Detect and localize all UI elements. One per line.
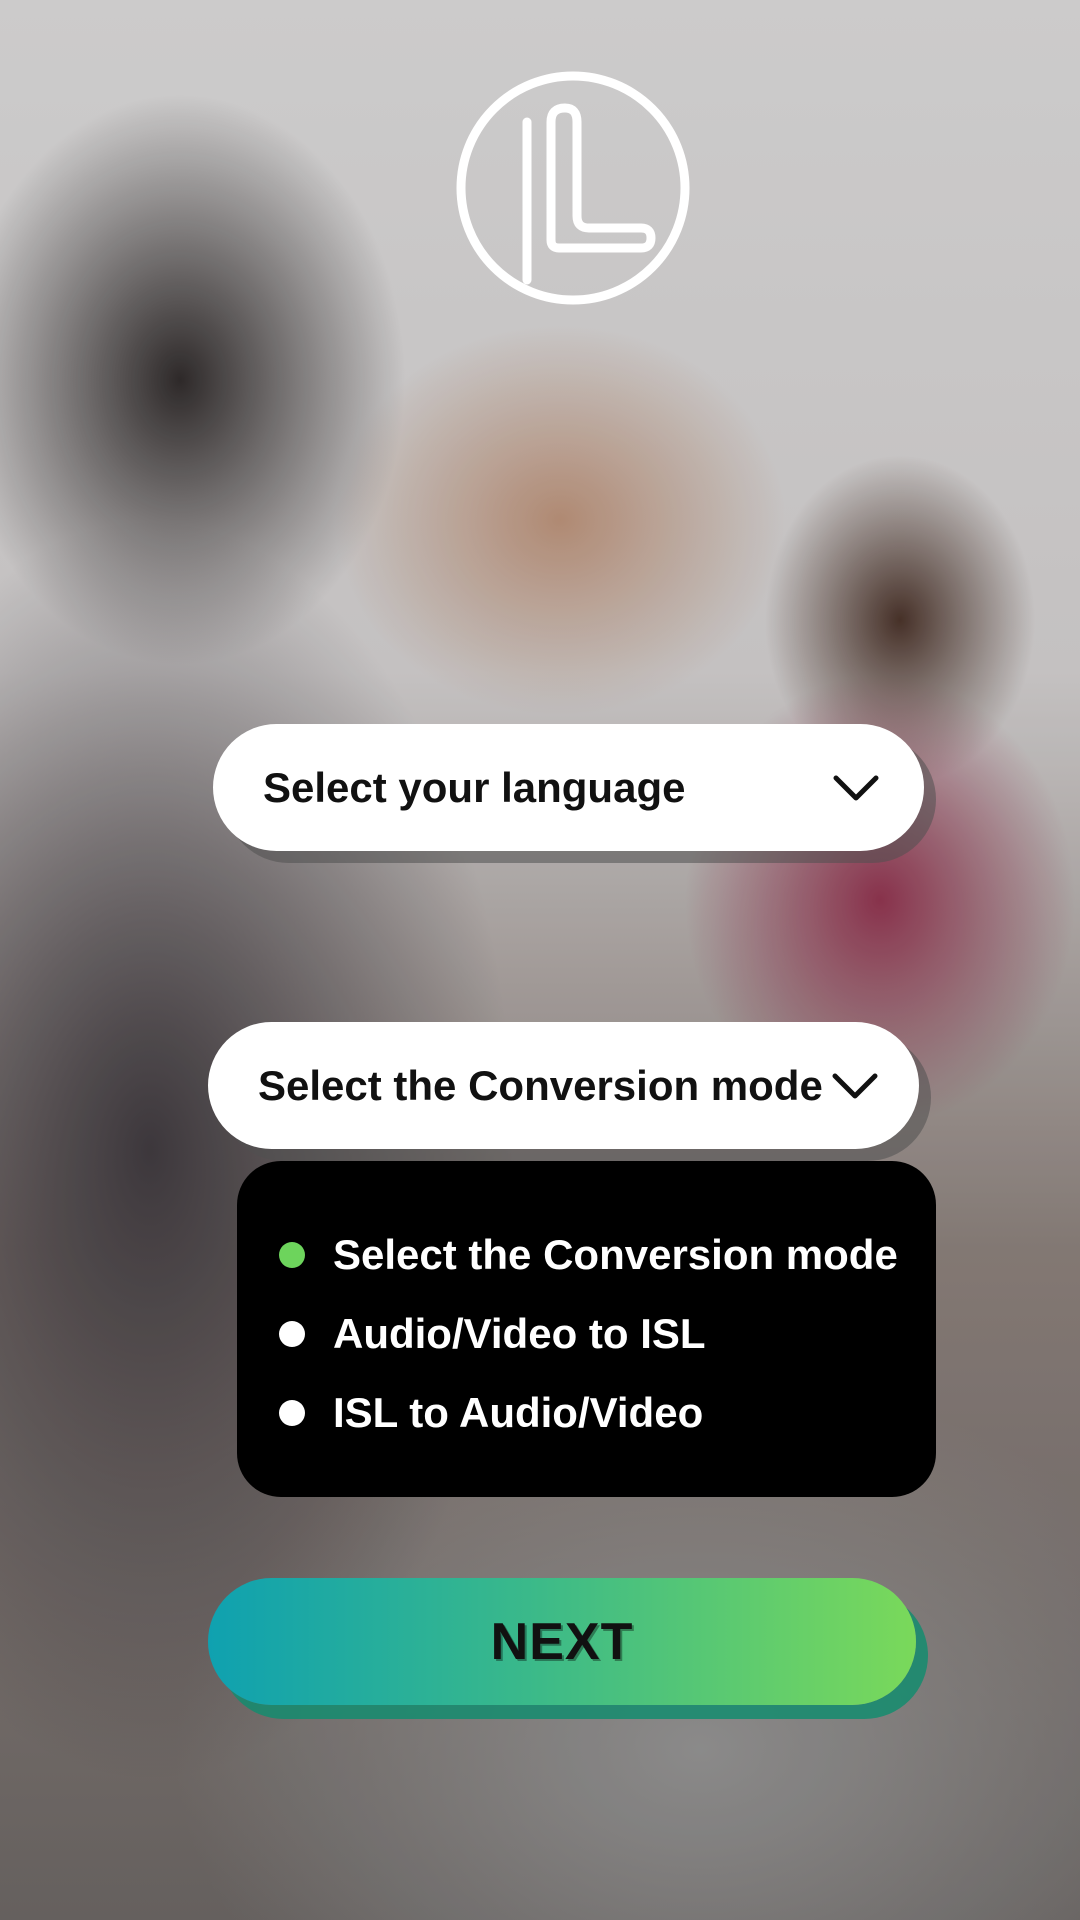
language-dropdown[interactable]: Select your language [213, 724, 924, 851]
option-label: ISL to Audio/Video [333, 1388, 704, 1436]
next-button[interactable]: NEXT [208, 1578, 916, 1705]
app-logo [456, 71, 690, 305]
language-dropdown-label: Select your language [263, 763, 686, 811]
selected-indicator-dot [279, 1241, 305, 1268]
conversion-mode-option[interactable]: Select the Conversion mode [257, 1215, 936, 1294]
conversion-mode-option[interactable]: ISL to Audio/Video [257, 1373, 936, 1452]
option-label: Audio/Video to ISL [333, 1309, 706, 1357]
option-label: Select the Conversion mode [333, 1230, 898, 1278]
conversion-mode-dropdown[interactable]: Select the Conversion mode [208, 1022, 919, 1149]
option-dot [279, 1399, 305, 1426]
next-button-label: NEXT [490, 1612, 634, 1671]
conversion-mode-dropdown-label: Select the Conversion mode [258, 1061, 823, 1109]
chevron-down-icon [832, 1073, 878, 1098]
conversion-mode-option[interactable]: Audio/Video to ISL [257, 1294, 936, 1373]
conversion-mode-options-list: Select the Conversion mode Audio/Video t… [237, 1161, 936, 1497]
chevron-down-icon [833, 775, 879, 800]
option-dot [279, 1320, 305, 1347]
